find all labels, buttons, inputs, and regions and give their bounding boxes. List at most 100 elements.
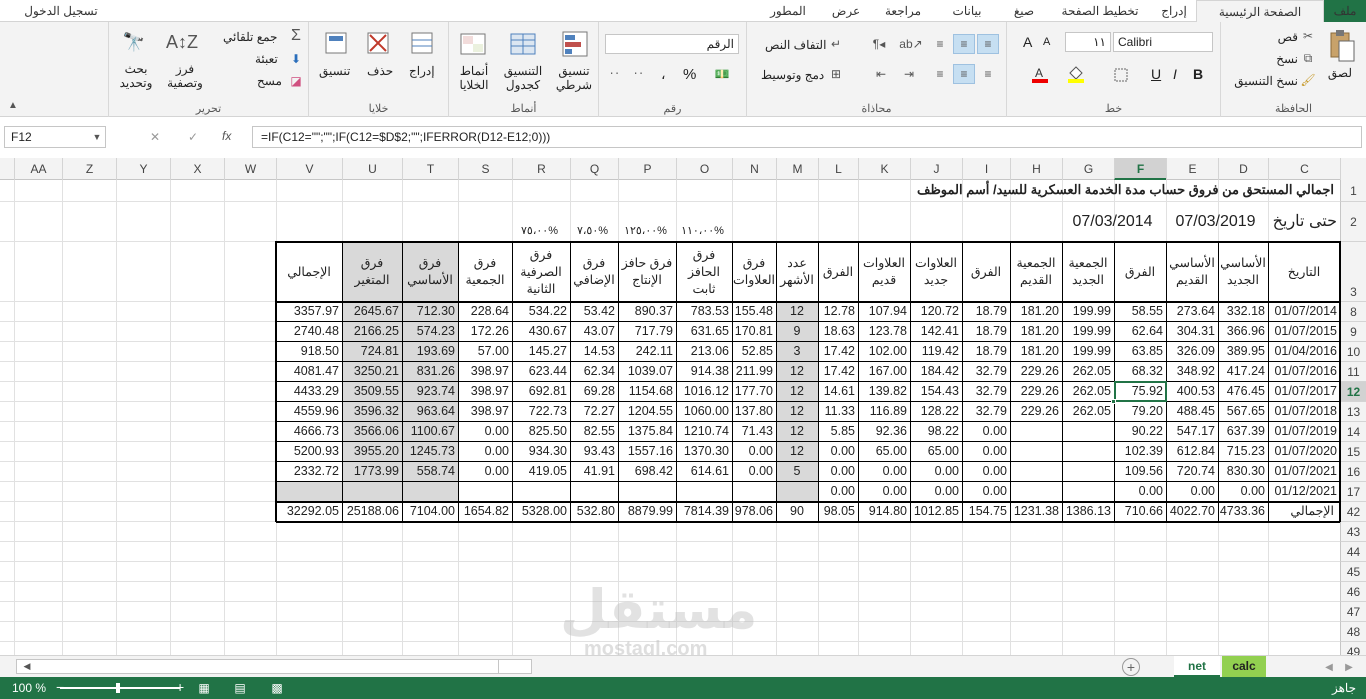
autosum-button[interactable]: جمع تلقائي xyxy=(223,30,277,44)
cell-q15[interactable]: 93.43 xyxy=(570,442,618,462)
cell-s10[interactable]: 57.00 xyxy=(458,342,512,362)
row-header-44[interactable]: 44 xyxy=(1340,542,1366,562)
total-v[interactable]: 32292.05 xyxy=(276,502,342,522)
cell-r8[interactable]: 534.22 xyxy=(512,302,570,322)
cell-k17[interactable]: 0.00 xyxy=(858,482,910,502)
delete-cells-icon[interactable] xyxy=(363,28,393,58)
cell-c17[interactable]: 01/12/2021 xyxy=(1268,482,1340,502)
align-left-icon[interactable]: ≡ xyxy=(929,64,951,84)
binoculars-icon[interactable]: 🔭 xyxy=(119,28,149,56)
percent-style-button[interactable]: % xyxy=(683,66,696,83)
cell-j11[interactable]: 184.42 xyxy=(910,362,962,382)
cell-k10[interactable]: 102.00 xyxy=(858,342,910,362)
cell-t16[interactable]: 558.74 xyxy=(402,462,458,482)
cell-p13[interactable]: 1204.55 xyxy=(618,402,676,422)
cell-u11[interactable]: 3250.21 xyxy=(342,362,402,382)
cell-l10[interactable]: 17.42 xyxy=(818,342,858,362)
row-header-3[interactable]: 3 xyxy=(1340,242,1366,302)
column-header-v[interactable]: V xyxy=(276,158,342,180)
cell-l9[interactable]: 18.63 xyxy=(818,322,858,342)
row-header-48[interactable]: 48 xyxy=(1340,622,1366,642)
cell-t10[interactable]: 193.69 xyxy=(402,342,458,362)
cell-u14[interactable]: 3566.06 xyxy=(342,422,402,442)
grow-font-icon[interactable]: A xyxy=(1023,34,1032,50)
total-e[interactable]: 4022.70 xyxy=(1166,502,1218,522)
column-header-q[interactable]: Q xyxy=(570,158,618,180)
cell-v10[interactable]: 918.50 xyxy=(276,342,342,362)
cell-p12[interactable]: 1154.68 xyxy=(618,382,676,402)
cell-s8[interactable]: 228.64 xyxy=(458,302,512,322)
cell-m12[interactable]: 12 xyxy=(776,382,818,402)
cell-m15[interactable]: 12 xyxy=(776,442,818,462)
find-select-button[interactable]: بحث وتحديد xyxy=(113,62,159,90)
cell-j14[interactable]: 98.22 xyxy=(910,422,962,442)
cell-l15[interactable]: 0.00 xyxy=(818,442,858,462)
cell-r14[interactable]: 825.50 xyxy=(512,422,570,442)
row-header-9[interactable]: 9 xyxy=(1340,322,1366,342)
cell-h10[interactable]: 181.20 xyxy=(1010,342,1062,362)
column-header-w[interactable]: W xyxy=(224,158,276,180)
cell-k8[interactable]: 107.94 xyxy=(858,302,910,322)
column-header-m[interactable]: M xyxy=(776,158,818,180)
total-d[interactable]: 4733.36 xyxy=(1218,502,1268,522)
total-i[interactable]: 154.75 xyxy=(962,502,1010,522)
cell-v14[interactable]: 4666.73 xyxy=(276,422,342,442)
cell-q17[interactable] xyxy=(570,482,618,502)
tab-review[interactable]: مراجعة xyxy=(872,0,934,22)
align-middle-icon[interactable]: ≡ xyxy=(953,34,975,54)
cell-d15[interactable]: 715.23 xyxy=(1218,442,1268,462)
borders-icon[interactable] xyxy=(1111,66,1131,84)
cell-i12[interactable]: 32.79 xyxy=(962,382,1010,402)
column-header-d[interactable]: D xyxy=(1218,158,1268,180)
cell-h12[interactable]: 229.26 xyxy=(1010,382,1062,402)
format-table-icon[interactable] xyxy=(507,28,539,60)
cell-i14[interactable]: 0.00 xyxy=(962,422,1010,442)
cell-k14[interactable]: 92.36 xyxy=(858,422,910,442)
row-header-1[interactable]: 1 xyxy=(1340,180,1366,202)
format-cells-icon[interactable] xyxy=(321,28,351,58)
font-name-select[interactable]: Calibri xyxy=(1113,32,1213,52)
cell-d11[interactable]: 417.24 xyxy=(1218,362,1268,382)
cell-f14[interactable]: 90.22 xyxy=(1114,422,1166,442)
italic-button[interactable]: I xyxy=(1173,66,1177,82)
cell-i9[interactable]: 18.79 xyxy=(962,322,1010,342)
cell-v8[interactable]: 3357.97 xyxy=(276,302,342,322)
cell-n8[interactable]: 155.48 xyxy=(732,302,776,322)
tab-formulas[interactable]: صيغ xyxy=(1000,0,1048,22)
cell-d13[interactable]: 567.65 xyxy=(1218,402,1268,422)
align-center-icon[interactable]: ≡ xyxy=(953,64,975,84)
sheet-tab-calc[interactable]: calc xyxy=(1222,656,1266,677)
cell-e9[interactable]: 304.31 xyxy=(1166,322,1218,342)
cell-e15[interactable]: 612.84 xyxy=(1166,442,1218,462)
cell-h9[interactable]: 181.20 xyxy=(1010,322,1062,342)
total-k[interactable]: 914.80 xyxy=(858,502,910,522)
cell-s11[interactable]: 398.97 xyxy=(458,362,512,382)
scroll-left-icon[interactable]: ◀ xyxy=(20,659,34,674)
cell-h14[interactable] xyxy=(1010,422,1062,442)
cell-j15[interactable]: 65.00 xyxy=(910,442,962,462)
cell-o12[interactable]: 1016.12 xyxy=(676,382,732,402)
cell-l13[interactable]: 11.33 xyxy=(818,402,858,422)
cell-r17[interactable] xyxy=(512,482,570,502)
total-n[interactable]: 978.06 xyxy=(732,502,776,522)
cell-j16[interactable]: 0.00 xyxy=(910,462,962,482)
increase-decimal-button[interactable]: ٠٠ xyxy=(633,68,644,79)
cell-k12[interactable]: 139.82 xyxy=(858,382,910,402)
cell-r9[interactable]: 430.67 xyxy=(512,322,570,342)
column-header-x[interactable]: X xyxy=(170,158,224,180)
cell-l11[interactable]: 17.42 xyxy=(818,362,858,382)
zoom-slider-thumb[interactable] xyxy=(116,683,120,693)
total-j[interactable]: 1012.85 xyxy=(910,502,962,522)
cell-s14[interactable]: 0.00 xyxy=(458,422,512,442)
cell-o13[interactable]: 1060.00 xyxy=(676,402,732,422)
cell-o15[interactable]: 1370.30 xyxy=(676,442,732,462)
new-sheet-icon[interactable]: + xyxy=(1122,658,1140,676)
column-header-o[interactable]: O xyxy=(676,158,732,180)
font-size-select[interactable]: ١١ xyxy=(1065,32,1111,52)
cell-u12[interactable]: 3509.55 xyxy=(342,382,402,402)
column-header-h[interactable]: H xyxy=(1010,158,1062,180)
insert-function-button[interactable]: fx xyxy=(222,129,231,143)
cell-i15[interactable]: 0.00 xyxy=(962,442,1010,462)
row-header-17[interactable]: 17 xyxy=(1340,482,1366,502)
fill-color-icon[interactable] xyxy=(1065,64,1087,84)
